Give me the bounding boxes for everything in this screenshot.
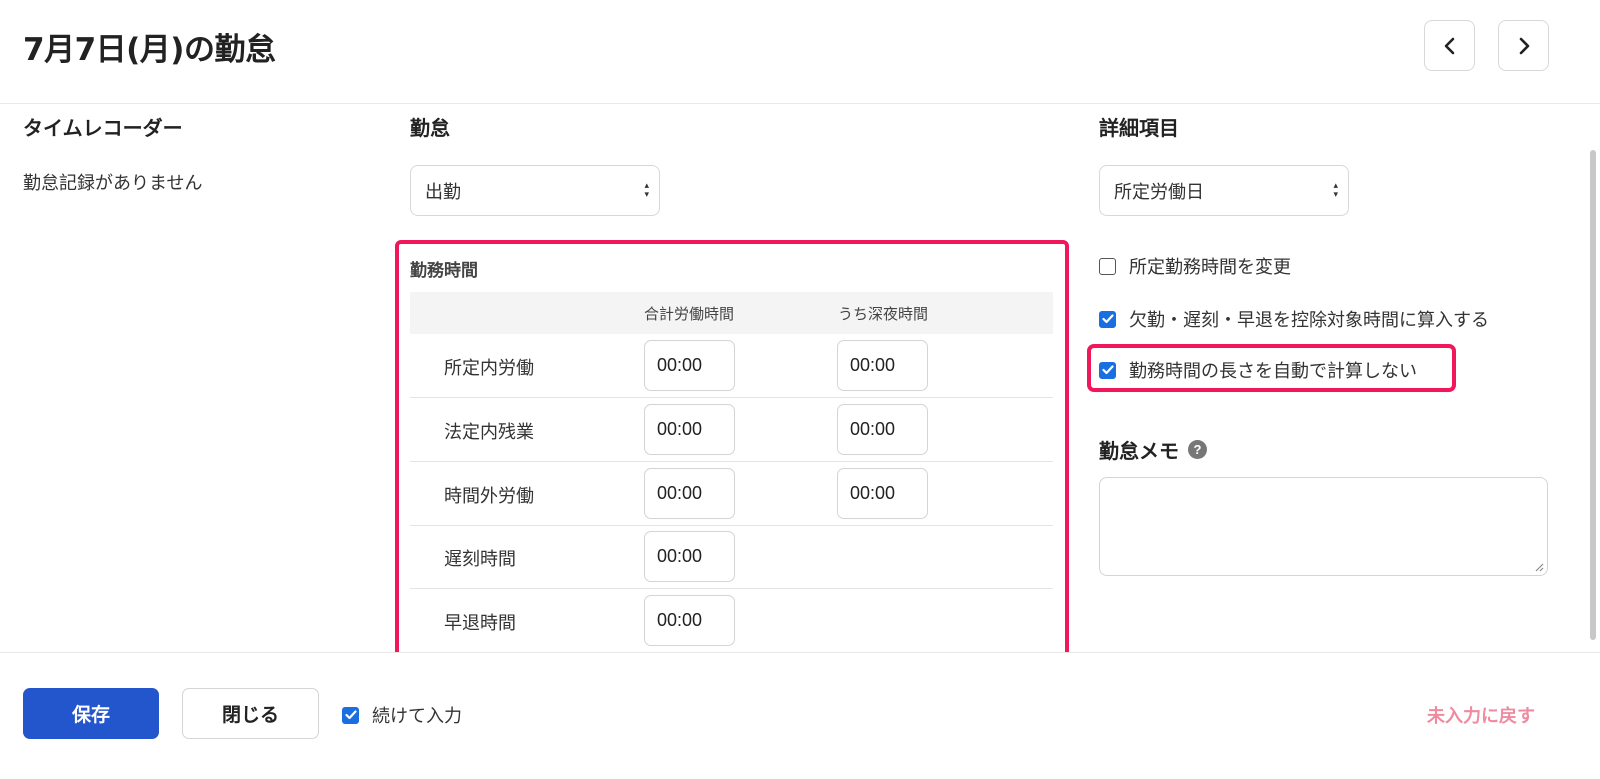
checkbox-label: 勤務時間の長さを自動で計算しない (1129, 361, 1417, 382)
page-header: 7月7日(月)の勤怠 (0, 0, 1600, 104)
timerecorder-title: タイムレコーダー (23, 116, 183, 140)
work-time-table-header: 合計労働時間 うち深夜時間 (410, 292, 1053, 334)
col-total-header: 合計労働時間 (644, 305, 735, 323)
checkbox-label: 欠勤・遅刻・早退を控除対象時間に算入する (1129, 310, 1489, 331)
next-day-button[interactable] (1498, 20, 1549, 71)
table-row: 時間外労働 00:00 00:00 (410, 462, 1053, 526)
resize-grip-icon[interactable] (1534, 562, 1544, 572)
total-time-input[interactable]: 00:00 (644, 340, 735, 391)
scrollbar[interactable] (1590, 150, 1596, 640)
checkbox-label: 所定勤務時間を変更 (1129, 257, 1291, 278)
night-time-input[interactable]: 00:00 (837, 340, 928, 391)
select-arrows-icon: ▴ ▾ (1333, 181, 1338, 200)
chevron-right-icon (1519, 37, 1529, 54)
attendance-title: 勤怠 (410, 116, 450, 140)
attendance-type-select[interactable]: 出勤 ▴ ▾ (410, 165, 660, 216)
continue-input-option[interactable]: 続けて入力 (342, 702, 462, 728)
row-label: 時間外労働 (444, 486, 534, 507)
total-time-input[interactable]: 00:00 (644, 531, 735, 582)
reset-to-unentered-link[interactable]: 未入力に戻す (1427, 702, 1535, 728)
checkmark-icon (344, 710, 357, 720)
table-row: 遅刻時間 00:00 (410, 525, 1053, 589)
row-label: 早退時間 (444, 613, 516, 634)
row-label: 遅刻時間 (444, 549, 516, 570)
col-night-header: うち深夜時間 (838, 305, 929, 323)
total-time-input[interactable]: 00:00 (644, 404, 735, 455)
checkbox-checked[interactable] (342, 706, 359, 724)
night-time-input[interactable]: 00:00 (837, 468, 928, 519)
page-title: 7月7日(月)の勤怠 (23, 32, 276, 68)
memo-title-label: 勤怠メモ (1099, 439, 1179, 463)
memo-title: 勤怠メモ ? (1099, 435, 1207, 464)
footer-bar: 保存 閉じる 続けて入力 未入力に戻す (0, 652, 1600, 779)
change-scheduled-hours-option[interactable]: 所定勤務時間を変更 (1099, 253, 1291, 279)
checkmark-icon (1101, 365, 1114, 375)
row-label: 所定内労働 (444, 358, 534, 379)
work-time-title: 勤務時間 (410, 261, 478, 281)
memo-textarea[interactable] (1099, 477, 1548, 576)
total-time-input[interactable]: 00:00 (644, 468, 735, 519)
details-title: 詳細項目 (1099, 116, 1179, 140)
workday-type-select[interactable]: 所定労働日 ▴ ▾ (1099, 165, 1349, 216)
table-row: 早退時間 00:00 (410, 589, 1053, 653)
disable-auto-calc-option[interactable]: 勤務時間の長さを自動で計算しない (1099, 357, 1417, 383)
continue-input-label: 続けて入力 (372, 706, 462, 727)
checkmark-icon (1101, 314, 1114, 324)
table-row: 所定内労働 00:00 00:00 (410, 334, 1053, 398)
close-button[interactable]: 閉じる (182, 688, 319, 739)
attendance-type-value: 出勤 (425, 181, 461, 203)
total-time-input[interactable]: 00:00 (644, 595, 735, 646)
checkbox-checked[interactable] (1099, 361, 1116, 379)
include-deduction-option[interactable]: 欠勤・遅刻・早退を控除対象時間に算入する (1099, 306, 1489, 332)
select-arrows-icon: ▴ ▾ (644, 181, 649, 200)
workday-type-value: 所定労働日 (1114, 181, 1204, 203)
table-row: 法定内残業 00:00 00:00 (410, 398, 1053, 462)
row-label: 法定内残業 (444, 422, 534, 443)
save-button[interactable]: 保存 (23, 688, 159, 739)
night-time-input[interactable]: 00:00 (837, 404, 928, 455)
chevron-left-icon (1444, 37, 1454, 54)
timerecorder-empty-text: 勤怠記録がありません (23, 173, 203, 194)
checkbox[interactable] (1099, 257, 1116, 275)
checkbox-checked[interactable] (1099, 310, 1116, 328)
help-icon[interactable]: ? (1188, 440, 1207, 459)
prev-day-button[interactable] (1424, 20, 1475, 71)
